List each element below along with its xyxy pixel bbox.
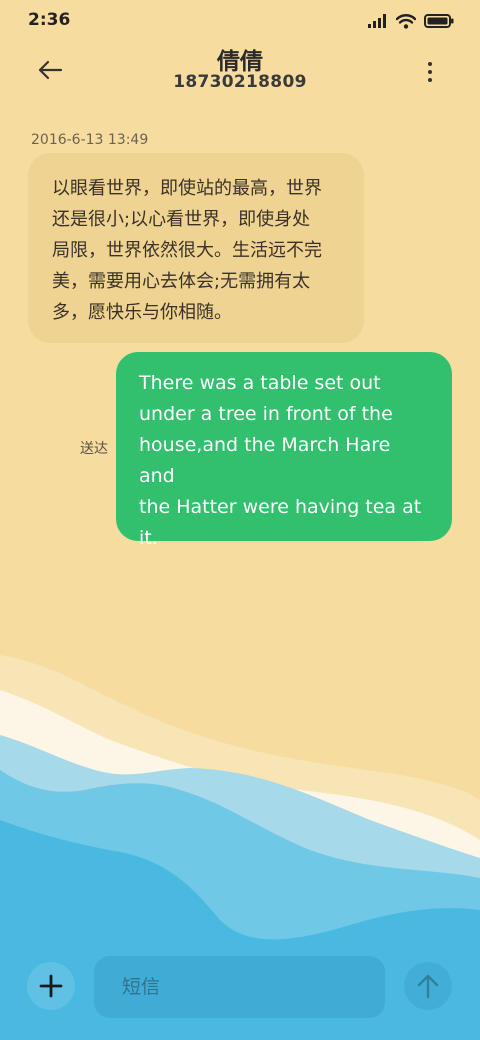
incoming-message-line: 还是很小;以心看世界，即使身处 bbox=[52, 209, 311, 230]
outgoing-message-line: house,and the March Hare and bbox=[139, 434, 391, 487]
message-timestamp: 2016-6-13 13:49 bbox=[31, 132, 149, 148]
send-button[interactable] bbox=[404, 962, 452, 1010]
outgoing-message-bubble[interactable]: There was a table set out under a tree i… bbox=[116, 352, 452, 549]
message-input[interactable] bbox=[94, 956, 385, 1018]
incoming-message-line: 以眼看世界，即使站的最高，世界 bbox=[52, 178, 322, 199]
more-options-button[interactable] bbox=[408, 50, 452, 94]
incoming-message-line: 美，需要用心去体会;无需拥有太 bbox=[52, 271, 311, 292]
outgoing-message-line: it. bbox=[139, 527, 158, 549]
add-attachment-button[interactable] bbox=[27, 962, 75, 1010]
incoming-message-line: 局限，世界依然很大。生活远不完 bbox=[52, 240, 322, 261]
status-time: 2:36 bbox=[28, 10, 71, 30]
outgoing-message-line: There was a table set out bbox=[139, 372, 381, 394]
incoming-message-bubble[interactable]: 以眼看世界，即使站的最高，世界 还是很小;以心看世界，即使身处 局限，世界依然很… bbox=[28, 153, 364, 343]
delivery-status: 送达 bbox=[80, 441, 108, 457]
status-bar: 2:36 bbox=[0, 0, 480, 44]
more-vertical-icon bbox=[428, 62, 432, 66]
messaging-screen: 2:36 倩倩 18730218809 2016-6-13 13:49 以眼看世… bbox=[0, 0, 480, 1040]
message-composer bbox=[0, 950, 480, 1030]
send-arrow-up-icon bbox=[417, 974, 439, 999]
battery-icon bbox=[424, 14, 454, 28]
signal-icon bbox=[368, 14, 386, 28]
outgoing-message-line: the Hatter were having tea at bbox=[139, 496, 422, 518]
outgoing-message-line: under a tree in front of the bbox=[139, 403, 393, 425]
conversation-header: 倩倩 18730218809 bbox=[0, 40, 480, 102]
plus-icon bbox=[39, 974, 63, 998]
incoming-message-line: 多，愿快乐与你相随。 bbox=[52, 302, 232, 323]
wifi-icon bbox=[396, 13, 416, 29]
status-icons bbox=[368, 12, 454, 30]
